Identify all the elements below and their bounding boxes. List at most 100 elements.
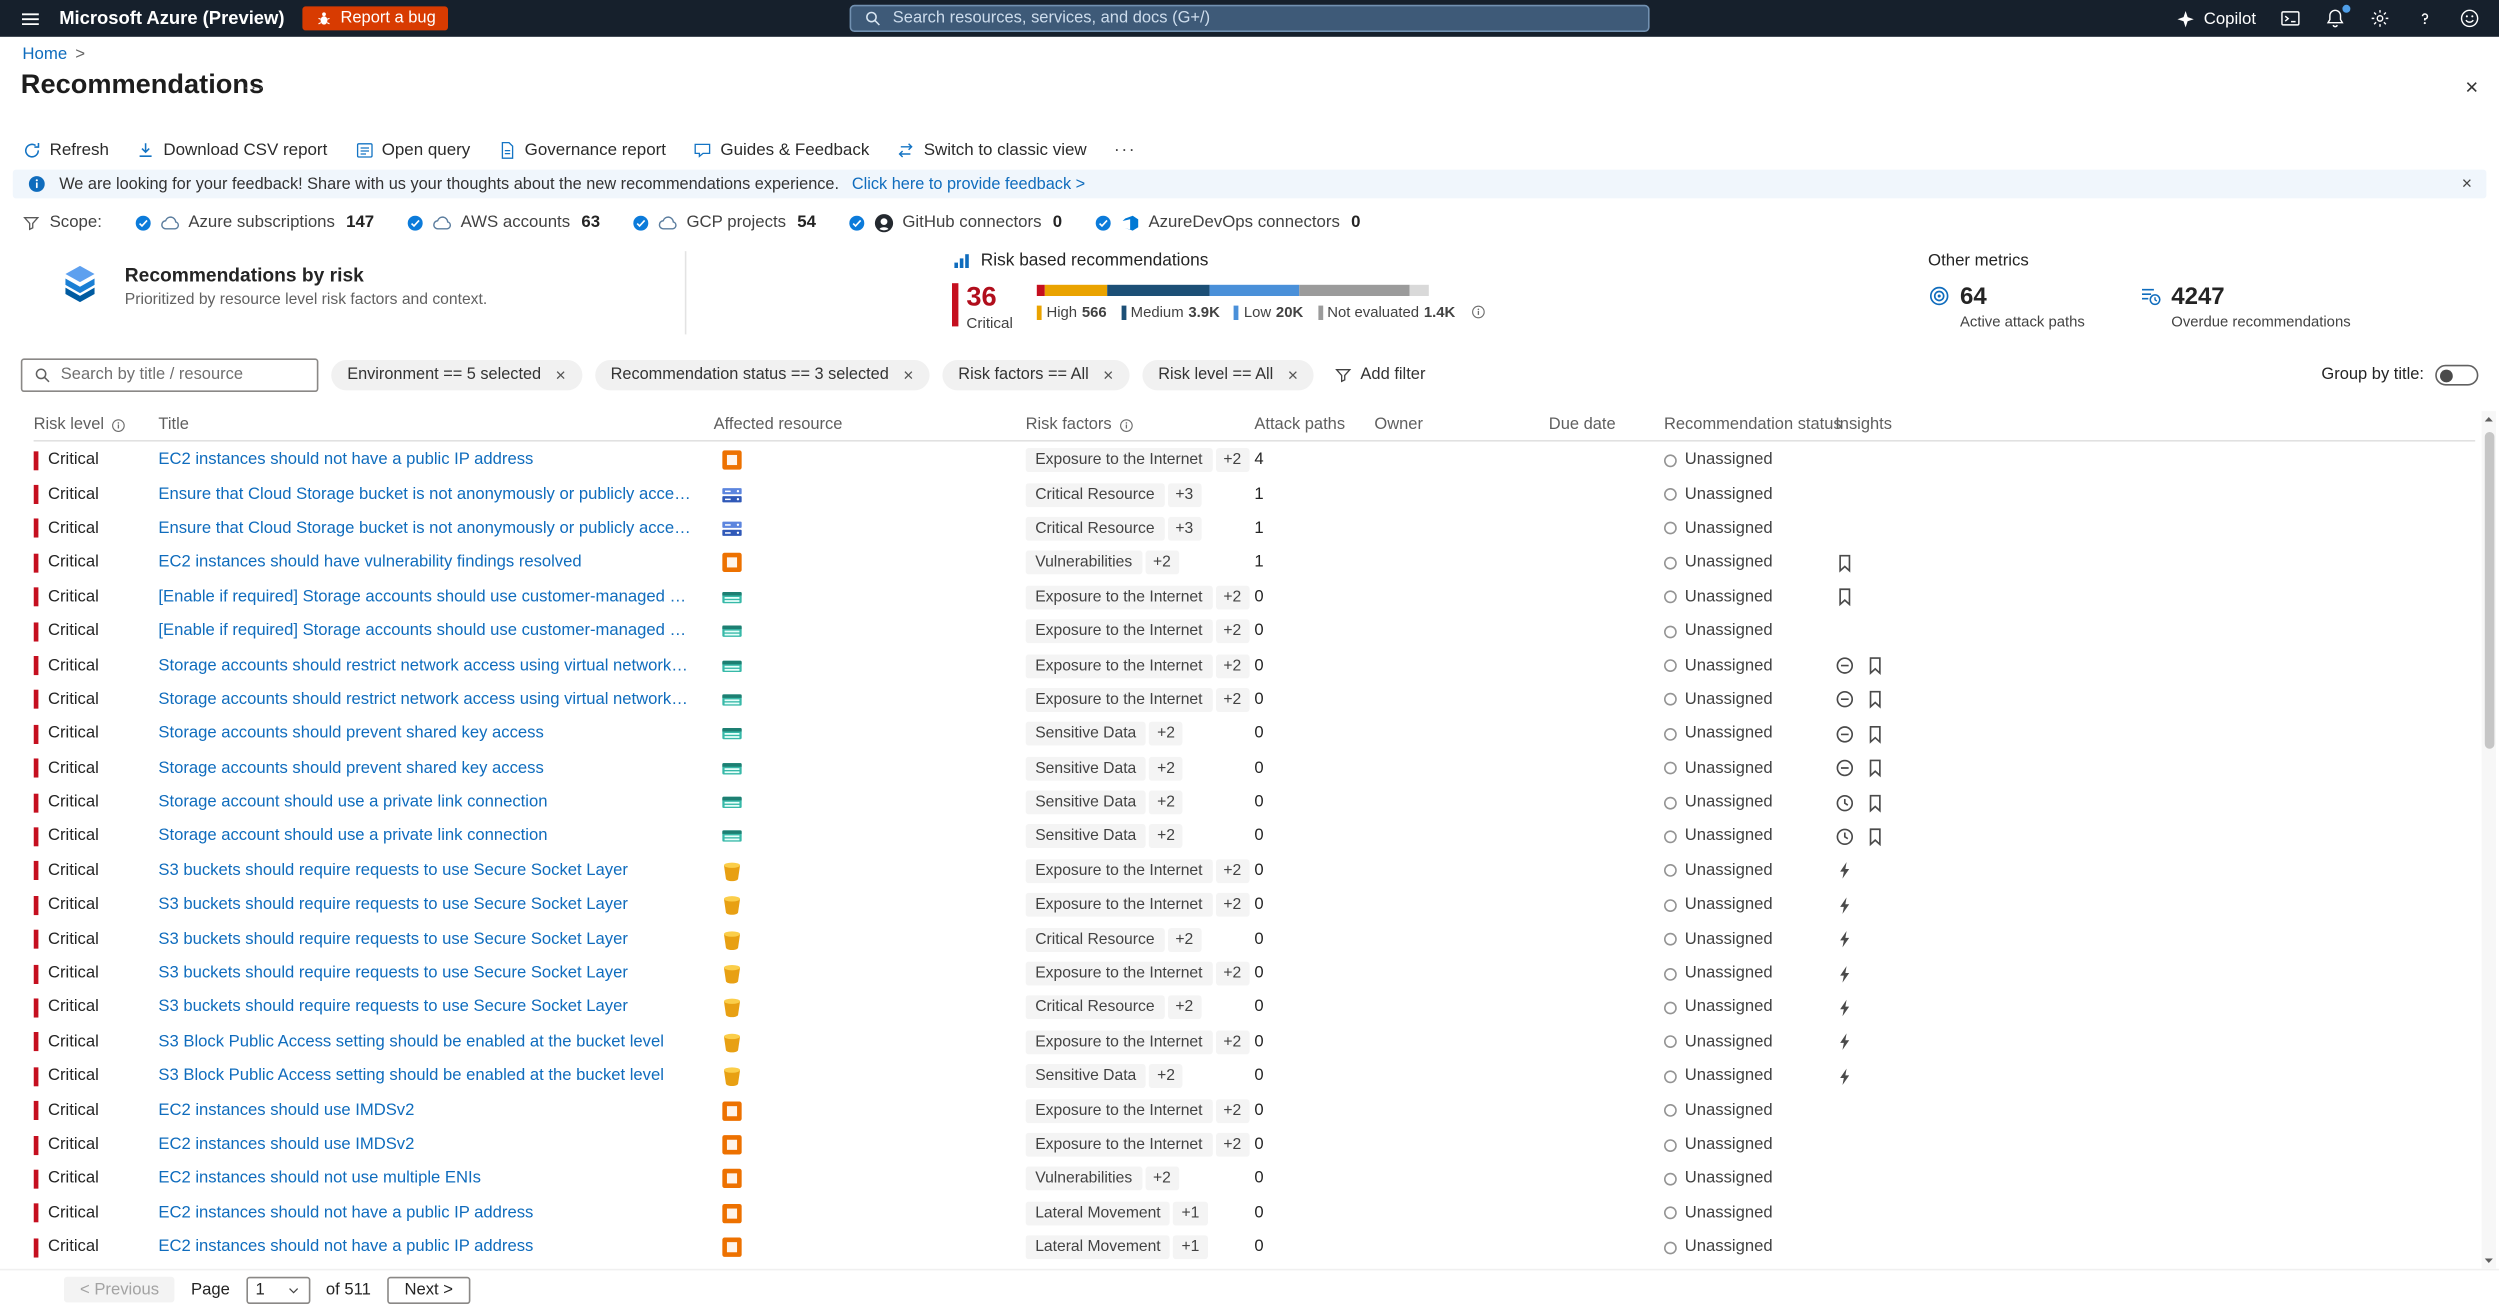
table-row[interactable]: CriticalS3 buckets should require reques… xyxy=(34,922,2476,956)
risk-factor-more[interactable]: +2 xyxy=(1215,893,1249,917)
recommendation-title-link[interactable]: EC2 instances should have vulnerability … xyxy=(158,554,604,572)
scope-item-azure-subscriptions[interactable]: Azure subscriptions147 xyxy=(134,212,374,233)
group-by-toggle[interactable] xyxy=(2435,365,2478,386)
toolbar-report-button[interactable]: Governance report xyxy=(497,140,666,159)
risk-factor-more[interactable]: +2 xyxy=(1149,722,1183,746)
risk-factor-more[interactable]: +2 xyxy=(1215,859,1249,883)
risk-factor-more[interactable]: +3 xyxy=(1167,517,1201,541)
banner-close-icon[interactable]: × xyxy=(2462,174,2472,193)
filter-pill[interactable]: Environment == 5 selected× xyxy=(331,360,582,390)
recommendation-title-link[interactable]: S3 Block Public Access setting should be… xyxy=(158,1068,686,1086)
breadcrumb-home-link[interactable]: Home xyxy=(22,45,67,64)
recommendation-title-link[interactable]: S3 buckets should require requests to us… xyxy=(158,965,650,983)
filter-pill[interactable]: Risk level == All× xyxy=(1142,360,1314,390)
global-search[interactable] xyxy=(850,5,1650,32)
recommendation-title-link[interactable]: EC2 instances should use IMDSv2 xyxy=(158,1102,436,1120)
recommendation-title-link[interactable]: Ensure that Cloud Storage bucket is not … xyxy=(158,486,713,504)
toolbar-download-button[interactable]: Download CSV report xyxy=(136,140,327,159)
risk-factor-more[interactable]: +2 xyxy=(1167,996,1201,1020)
table-row[interactable]: CriticalEC2 instances should use IMDSv2E… xyxy=(34,1128,2476,1162)
risk-factor-more[interactable]: +1 xyxy=(1173,1235,1207,1259)
recommendation-title-link[interactable]: S3 buckets should require requests to us… xyxy=(158,862,650,880)
vertical-scrollbar[interactable] xyxy=(2482,411,2496,1269)
table-row[interactable]: CriticalS3 Block Public Access setting s… xyxy=(34,1059,2476,1093)
risk-factor-more[interactable]: +3 xyxy=(1167,483,1201,507)
column-header-affected-resource[interactable]: Affected resource xyxy=(714,416,1026,434)
risk-factor-more[interactable]: +2 xyxy=(1215,1099,1249,1123)
table-row[interactable]: CriticalStorage accounts should restrict… xyxy=(34,649,2476,683)
scroll-up-icon[interactable] xyxy=(2482,411,2496,427)
column-header-risk-factors[interactable]: Risk factors xyxy=(1026,416,1255,434)
recommendation-title-link[interactable]: EC2 instances should use IMDSv2 xyxy=(158,1136,436,1154)
scope-item-github-connectors[interactable]: GitHub connectors0 xyxy=(848,212,1062,233)
risk-factor-more[interactable]: +2 xyxy=(1215,1030,1249,1054)
page-more-menu[interactable]: ··· xyxy=(243,78,265,97)
recommendation-title-link[interactable]: EC2 instances should not use multiple EN… xyxy=(158,1170,503,1188)
recommendation-title-link[interactable]: EC2 instances should not have a public I… xyxy=(158,452,555,470)
column-header-due-date[interactable]: Due date xyxy=(1549,416,1664,434)
risk-factor-more[interactable]: +2 xyxy=(1149,1064,1183,1088)
table-row[interactable]: CriticalEC2 instances should use IMDSv2E… xyxy=(34,1093,2476,1127)
risk-factor-more[interactable]: +1 xyxy=(1173,1201,1207,1225)
scroll-down-icon[interactable] xyxy=(2482,1253,2496,1269)
table-row[interactable]: CriticalEnsure that Cloud Storage bucket… xyxy=(34,512,2476,546)
column-header-recommendation-status[interactable]: Recommendation status xyxy=(1664,416,1835,434)
column-header-title[interactable]: Title xyxy=(158,416,713,434)
risk-factor-more[interactable]: +2 xyxy=(1215,688,1249,712)
scrollbar-thumb[interactable] xyxy=(2484,432,2494,749)
filter-pill[interactable]: Recommendation status == 3 selected× xyxy=(595,360,930,390)
previous-page-button[interactable]: < Previous xyxy=(64,1277,175,1303)
toolbar-query-button[interactable]: Open query xyxy=(355,140,471,159)
table-search[interactable] xyxy=(21,358,319,392)
recommendation-title-link[interactable]: S3 Block Public Access setting should be… xyxy=(158,1033,686,1051)
table-row[interactable]: CriticalStorage account should use a pri… xyxy=(34,820,2476,854)
recommendation-title-link[interactable]: Storage account should use a private lin… xyxy=(158,828,570,846)
table-row[interactable]: Critical[Enable if required] Storage acc… xyxy=(34,614,2476,648)
recommendation-title-link[interactable]: EC2 instances should not have a public I… xyxy=(158,1239,555,1257)
risk-factor-more[interactable]: +2 xyxy=(1167,927,1201,951)
banner-feedback-link[interactable]: Click here to provide feedback > xyxy=(852,175,1085,193)
recommendation-title-link[interactable]: EC2 instances should not have a public I… xyxy=(158,1204,555,1222)
table-row[interactable]: CriticalS3 buckets should require reques… xyxy=(34,854,2476,888)
table-row[interactable]: CriticalEC2 instances should not use mul… xyxy=(34,1162,2476,1196)
product-title[interactable]: Microsoft Azure (Preview) xyxy=(59,9,284,28)
scope-item-azuredevops-connectors[interactable]: AzureDevOps connectors0 xyxy=(1094,212,1360,233)
recommendation-title-link[interactable]: Storage accounts should prevent shared k… xyxy=(158,760,566,778)
cloud-shell-icon[interactable] xyxy=(2280,8,2301,29)
table-row[interactable]: CriticalS3 buckets should require reques… xyxy=(34,957,2476,991)
column-header-owner[interactable]: Owner xyxy=(1374,416,1548,434)
risk-factor-more[interactable]: +2 xyxy=(1145,1167,1179,1191)
recommendation-title-link[interactable]: Storage accounts should prevent shared k… xyxy=(158,725,566,743)
risk-factor-more[interactable]: +2 xyxy=(1215,1133,1249,1157)
toolbar-overflow-menu[interactable]: ··· xyxy=(1114,140,1136,159)
risk-factor-more[interactable]: +2 xyxy=(1149,791,1183,815)
recommendation-title-link[interactable]: Storage account should use a private lin… xyxy=(158,794,570,812)
remove-filter-icon[interactable]: × xyxy=(556,366,566,385)
settings-icon[interactable] xyxy=(2370,8,2391,29)
menu-icon[interactable] xyxy=(19,7,41,29)
risk-factor-more[interactable]: +2 xyxy=(1215,619,1249,643)
table-row[interactable]: CriticalEC2 instances should not have a … xyxy=(34,1230,2476,1262)
risk-factor-more[interactable]: +2 xyxy=(1215,654,1249,678)
toolbar-refresh-button[interactable]: Refresh xyxy=(22,140,109,159)
recommendation-title-link[interactable]: [Enable if required] Storage accounts sh… xyxy=(158,588,713,606)
add-filter-button[interactable]: Add filter xyxy=(1335,366,1426,384)
close-blade-icon[interactable]: × xyxy=(2465,74,2478,100)
table-row[interactable]: CriticalEC2 instances should not have a … xyxy=(34,1196,2476,1230)
global-search-input[interactable] xyxy=(893,10,1635,28)
risk-factor-more[interactable]: +2 xyxy=(1215,585,1249,609)
notifications-button[interactable] xyxy=(2325,8,2346,29)
remove-filter-icon[interactable]: × xyxy=(1103,366,1113,385)
table-row[interactable]: CriticalStorage accounts should prevent … xyxy=(34,717,2476,751)
column-header-attack-paths[interactable]: Attack paths xyxy=(1254,416,1374,434)
risk-factor-more[interactable]: +2 xyxy=(1215,962,1249,986)
risk-factor-more[interactable]: +2 xyxy=(1149,825,1183,849)
table-row[interactable]: CriticalS3 buckets should require reques… xyxy=(34,888,2476,922)
help-icon[interactable] xyxy=(2414,8,2435,29)
risk-factor-more[interactable]: +2 xyxy=(1145,551,1179,575)
filter-pill[interactable]: Risk factors == All× xyxy=(942,360,1129,390)
remove-filter-icon[interactable]: × xyxy=(1288,366,1298,385)
feedback-icon[interactable] xyxy=(2459,8,2480,29)
report-bug-button[interactable]: Report a bug xyxy=(302,6,448,30)
recommendation-title-link[interactable]: Ensure that Cloud Storage bucket is not … xyxy=(158,520,713,538)
